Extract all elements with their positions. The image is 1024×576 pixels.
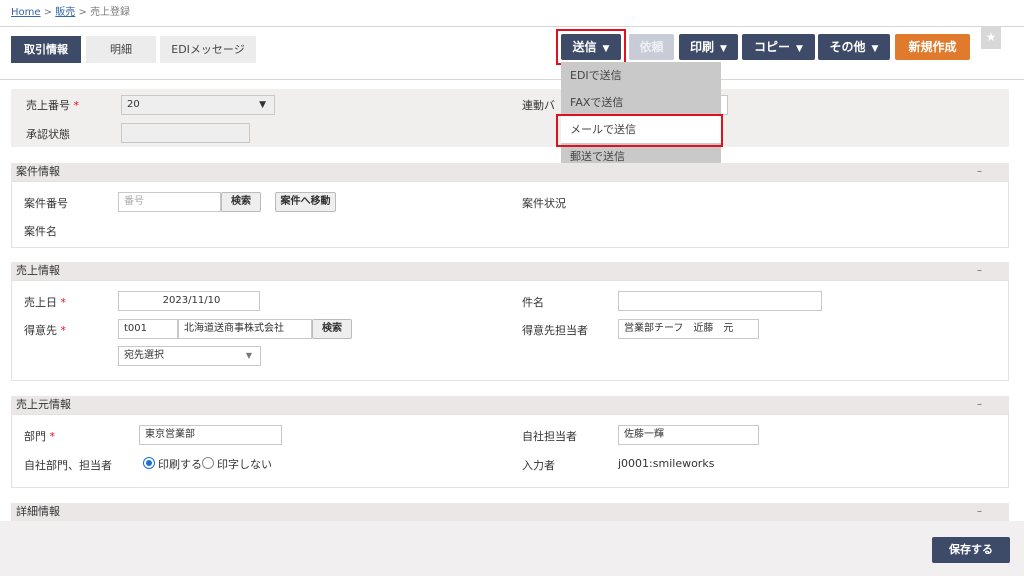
dept-input[interactable]: 東京営業部 — [139, 425, 282, 445]
toolbar-divider — [0, 79, 1024, 80]
new-button[interactable]: 新規作成 — [895, 34, 970, 60]
collapse-icon[interactable]: – — [977, 503, 982, 521]
chevron-down-icon: ▼ — [259, 100, 266, 110]
sales-section-title: 売上情報 — [16, 264, 60, 277]
print-yes-radio[interactable]: 印刷する — [143, 457, 202, 471]
required-mark: * — [73, 99, 80, 112]
case-status-label: 案件状況 — [522, 197, 566, 210]
print-no-radio[interactable]: 印字しない — [202, 457, 272, 471]
destination-select-label: 宛先選択 — [124, 350, 164, 361]
customer-name-input[interactable]: 北海道送商事株式会社 — [178, 319, 312, 339]
chevron-down-icon: ▼ — [796, 44, 803, 54]
case-no-label: 案件番号 — [24, 197, 68, 210]
print-button[interactable]: 印刷 ▼ — [679, 34, 738, 60]
customer-label: 得意先 * — [24, 324, 67, 337]
mail-send-highlight — [556, 114, 723, 147]
chevron-down-icon: ▼ — [871, 44, 879, 54]
breadcrumb-home-link[interactable]: Home — [11, 7, 41, 18]
staff-label: 自社担当者 — [522, 430, 577, 443]
copy-button[interactable]: コピー ▼ — [742, 34, 815, 60]
breadcrumb: Home > 販売 > 売上登録 — [11, 3, 130, 18]
collapse-icon[interactable]: – — [977, 163, 982, 181]
customer-contact-label: 得意先担当者 — [522, 324, 588, 337]
required-mark: * — [60, 324, 67, 337]
request-button: 依頼 — [629, 34, 674, 60]
other-button[interactable]: その他 ▼ — [818, 34, 890, 60]
staff-input[interactable]: 佐藤一輝 — [618, 425, 759, 445]
detail-section-header[interactable]: 詳細情報 – — [11, 503, 1009, 521]
sales-section-header[interactable]: 売上情報 – — [11, 262, 1009, 280]
copy-button-label: コピー — [754, 40, 791, 54]
sales-date-input[interactable]: 2023/11/10 — [118, 291, 260, 311]
subject-input[interactable] — [618, 291, 822, 311]
subject-label: 件名 — [522, 296, 544, 309]
required-mark: * — [60, 296, 67, 309]
customer-contact-input[interactable]: 営業部チーフ 近藤 元 — [618, 319, 759, 339]
sales-date-label: 売上日 * — [24, 296, 67, 309]
breadcrumb-current: 売上登録 — [90, 7, 131, 18]
radio-unselected-icon — [202, 457, 214, 469]
collapse-icon[interactable]: – — [977, 396, 982, 414]
chevron-down-icon: ▼ — [245, 351, 252, 360]
other-button-label: その他 — [829, 40, 866, 54]
source-section-header[interactable]: 売上元情報 – — [11, 396, 1009, 414]
chevron-down-icon: ▼ — [602, 44, 610, 54]
source-section-title: 売上元情報 — [16, 398, 71, 411]
send-button[interactable]: 送信 ▼ — [561, 34, 621, 60]
customer-code-input[interactable]: t001 — [118, 319, 178, 339]
tab-transaction-info[interactable]: 取引情報 — [11, 36, 81, 63]
required-mark: * — [49, 430, 56, 443]
approval-field — [121, 123, 250, 143]
approval-label: 承認状態 — [26, 128, 70, 141]
send-button-label: 送信 — [572, 40, 597, 54]
print-setting-label: 自社部門、担当者 — [24, 459, 112, 472]
entry-user-label: 入力者 — [522, 459, 555, 472]
breadcrumb-separator: > — [43, 7, 53, 18]
menu-item-fax-send[interactable]: FAXで送信 — [561, 89, 721, 116]
sales-no-label: 売上番号 * — [26, 99, 80, 112]
dept-label: 部門 * — [24, 430, 56, 443]
sales-no-select[interactable]: 20 ▼ — [121, 95, 275, 115]
top-divider — [0, 26, 1024, 27]
destination-select[interactable]: 宛先選択 ▼ — [118, 346, 261, 366]
case-no-placeholder: 番号 — [124, 196, 144, 207]
chevron-down-icon: ▼ — [720, 44, 727, 54]
customer-search-button[interactable]: 検索 — [312, 319, 352, 339]
entry-user-value: j0001:smileworks — [618, 457, 715, 470]
detail-section-title: 詳細情報 — [16, 505, 60, 518]
print-radio-group: 印刷する 印字しない — [143, 456, 272, 472]
case-name-label: 案件名 — [24, 225, 57, 238]
case-section-header[interactable]: 案件情報 – — [11, 163, 1009, 181]
case-search-button[interactable]: 検索 — [221, 192, 261, 212]
print-button-label: 印刷 — [690, 40, 715, 54]
breadcrumb-separator: > — [78, 7, 87, 18]
tab-details[interactable]: 明細 — [86, 36, 156, 63]
menu-item-edi-send[interactable]: EDIで送信 — [561, 62, 721, 89]
breadcrumb-sales-link[interactable]: 販売 — [55, 7, 75, 18]
link-label: 連動バ — [522, 99, 555, 112]
collapse-icon[interactable]: – — [977, 262, 982, 280]
sales-no-value: 20 — [127, 99, 140, 110]
footer-bar — [0, 521, 1024, 576]
star-icon[interactable]: ★ — [981, 27, 1001, 49]
tab-edi-message[interactable]: EDIメッセージ — [160, 36, 256, 63]
radio-selected-icon — [143, 457, 155, 469]
case-section-title: 案件情報 — [16, 165, 60, 178]
case-no-input[interactable]: 番号 — [118, 192, 221, 212]
goto-case-button[interactable]: 案件へ移動 — [275, 192, 336, 212]
save-button[interactable]: 保存する — [932, 537, 1010, 563]
